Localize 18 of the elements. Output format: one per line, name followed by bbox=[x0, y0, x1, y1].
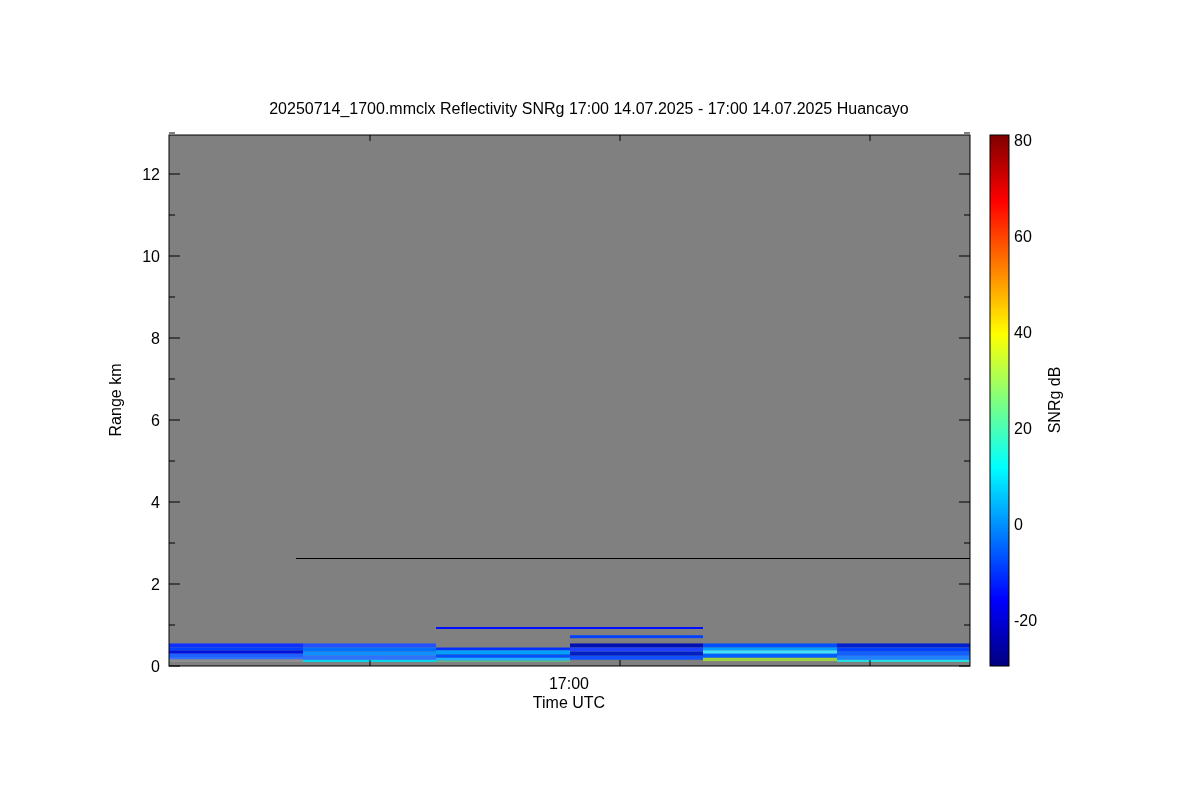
colorbar-tick-label: 80 bbox=[1014, 132, 1032, 149]
colorbar-tick-label: -20 bbox=[1014, 612, 1038, 629]
colorbar-tick-label: 40 bbox=[1014, 324, 1032, 341]
y-tick-label: 10 bbox=[142, 248, 160, 265]
y-tick-label: 12 bbox=[142, 166, 160, 183]
colorbar-tick-label: 20 bbox=[1014, 420, 1032, 437]
x-axis-label: Time UTC bbox=[532, 694, 606, 711]
colorbar-label: SNRg dB bbox=[1046, 366, 1063, 434]
y-tick-label: 2 bbox=[151, 576, 160, 593]
y-tick-label: 0 bbox=[151, 658, 160, 675]
colorbar-tick-label: 60 bbox=[1014, 228, 1032, 245]
y-tick-label: 4 bbox=[151, 494, 160, 511]
chart-title: 20250714_1700.mmclx Reflectivity SNRg 17:00 14.07.2025 - 17:00 14.07.2025 Huancayo bbox=[269, 100, 909, 117]
colorbar-tick-label: 0 bbox=[1014, 516, 1023, 533]
y-tick-label: 8 bbox=[151, 330, 160, 347]
y-axis-label: Range km bbox=[107, 363, 124, 437]
y-tick-label: 6 bbox=[151, 412, 160, 429]
x-tick-label: 17:00 bbox=[549, 675, 589, 692]
